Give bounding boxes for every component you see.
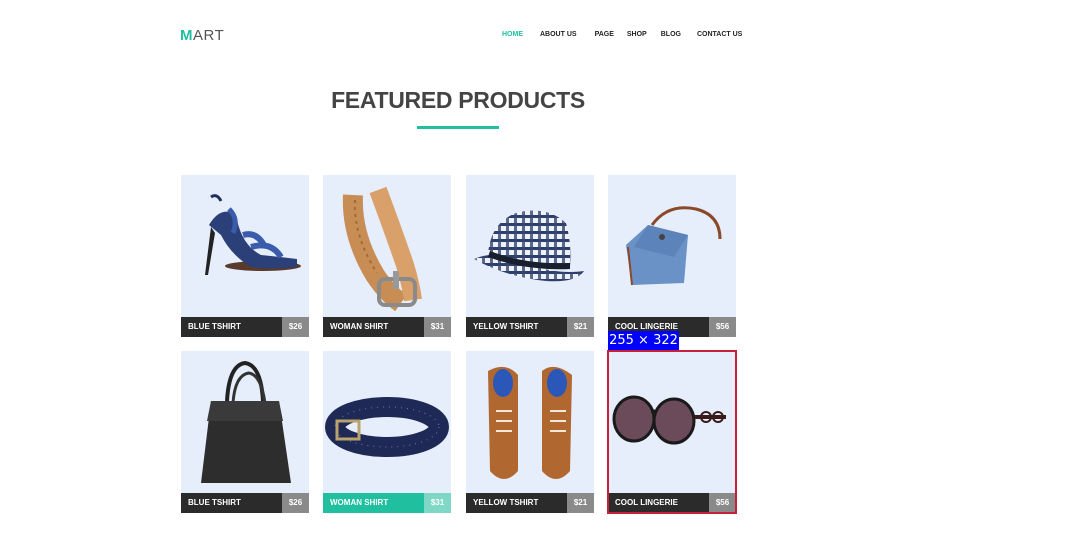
nav-page[interactable]: PAGE (595, 31, 614, 38)
product-name: BLUE TSHIRT (181, 317, 282, 337)
nav-about-us[interactable]: ABOUT US (540, 31, 577, 38)
brown-oxford-shoes-image (488, 366, 572, 479)
product-card-belt[interactable]: WOMAN SHIRT $31 (323, 175, 451, 337)
product-price: $31 (424, 317, 451, 337)
high-heel-sandal-image (205, 194, 301, 275)
braided-belt-image (342, 186, 422, 312)
product-name: YELLOW TSHIRT (466, 317, 567, 337)
product-card-shoes[interactable]: YELLOW TSHIRT $21 (466, 351, 594, 513)
perforated-belt-image (325, 397, 449, 457)
product-name: WOMAN SHIRT (323, 493, 424, 513)
product-card-perforated-belt[interactable]: WOMAN SHIRT $31 (323, 351, 451, 513)
logo-mark: M (180, 27, 193, 44)
product-card-sandal[interactable]: BLUE TSHIRT $26 (181, 175, 309, 337)
product-name: COOL LINGERIE (608, 493, 709, 513)
nav-shop[interactable]: SHOP (627, 31, 647, 38)
dimension-label: 255 × 322 (608, 331, 679, 350)
product-name: BLUE TSHIRT (181, 493, 282, 513)
product-price: $26 (282, 493, 309, 513)
product-price: $56 (709, 317, 736, 337)
product-name: WOMAN SHIRT (323, 317, 424, 337)
logo-text: ART (193, 27, 225, 44)
nav-contact-us[interactable]: CONTACT US (697, 31, 742, 38)
product-price: $31 (424, 493, 451, 513)
plaid-fedora-hat-image (474, 210, 584, 282)
product-card-handbag[interactable]: BLUE TSHIRT $26 (181, 351, 309, 513)
product-price: $26 (282, 317, 309, 337)
title-underline (417, 126, 499, 129)
sunglasses-image (612, 395, 726, 445)
nav-blog[interactable]: BLOG (661, 31, 681, 38)
product-card-hat[interactable]: YELLOW TSHIRT $21 (466, 175, 594, 337)
product-name: YELLOW TSHIRT (466, 493, 567, 513)
main-nav: HOME ABOUT US PAGE SHOP BLOG CONTACT US (502, 31, 742, 38)
product-card-sunglasses[interactable]: COOL LINGERIE $56 (608, 351, 736, 513)
black-handbag-image (201, 360, 291, 483)
product-price: $21 (567, 317, 594, 337)
denim-shoulder-bag-image (626, 206, 722, 286)
logo[interactable]: MART (180, 27, 224, 44)
product-price: $21 (567, 493, 594, 513)
section-title: FEATURED PRODUCTS (331, 87, 585, 113)
product-card-bag[interactable]: COOL LINGERIE $56 (608, 175, 736, 337)
product-price: $56 (709, 493, 736, 513)
nav-home[interactable]: HOME (502, 31, 523, 38)
